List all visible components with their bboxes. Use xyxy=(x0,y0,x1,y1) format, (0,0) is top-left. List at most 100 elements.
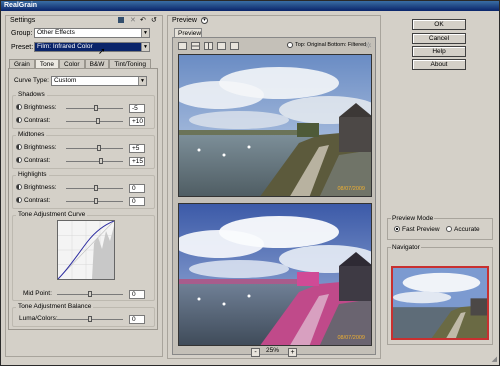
tab-color[interactable]: Color xyxy=(59,59,85,68)
tone-tab-body: Curve Type: Custom ▼ Shadows Brightness:… xyxy=(8,68,158,330)
delete-icon[interactable]: ✕ xyxy=(130,16,136,24)
midtones-brightness-slider[interactable] xyxy=(66,145,123,151)
midpoint-label: Mid Point: xyxy=(23,290,52,297)
chevron-down-icon: ▼ xyxy=(138,77,146,85)
curve-type-value: Custom xyxy=(54,77,77,84)
midtones-contrast-slider[interactable] xyxy=(66,158,123,164)
midtones-brightness-value[interactable]: +5 xyxy=(129,144,145,153)
chevron-down-icon: ▼ xyxy=(141,43,149,51)
single-view-icon[interactable] xyxy=(178,42,187,50)
slider-thumb[interactable] xyxy=(97,145,101,151)
tone-curve-svg xyxy=(57,220,115,280)
split-vertical-icon[interactable] xyxy=(204,42,213,50)
highlights-brightness-value[interactable]: 0 xyxy=(129,184,145,193)
split-info-icon xyxy=(287,42,293,48)
luma-colors-label: Luma/Colors: xyxy=(19,315,58,322)
resize-grip-icon[interactable]: ◢ xyxy=(492,355,497,363)
slider-thumb[interactable] xyxy=(94,198,98,204)
filtered-timestamp: 08/07/2009 xyxy=(337,335,365,341)
slider-thumb[interactable] xyxy=(99,158,103,164)
cancel-button[interactable]: Cancel xyxy=(412,33,466,44)
accurate-option[interactable]: Accurate xyxy=(446,226,480,233)
midtones-contrast-value[interactable]: +15 xyxy=(129,157,145,166)
settings-header: Settings xyxy=(10,17,36,24)
zoom-out-button[interactable]: - xyxy=(251,348,260,357)
slider-thumb[interactable] xyxy=(88,316,92,322)
highlights-group: Highlights Brightness: 0 Contrast: 0 xyxy=(12,171,155,209)
tab-preview-1[interactable]: Preview 1 xyxy=(174,28,202,46)
original-timestamp: 08/07/2009 xyxy=(337,186,365,192)
about-button[interactable]: About xyxy=(412,59,466,70)
shadows-brightness-slider[interactable] xyxy=(66,105,123,111)
midtones-label: Midtones xyxy=(16,131,47,138)
settings-gear-icon[interactable]: ✲ xyxy=(365,41,372,50)
slider-thumb[interactable] xyxy=(88,291,92,297)
radio-fast[interactable] xyxy=(394,226,400,233)
duplicate-preview-icon[interactable] xyxy=(230,42,239,50)
highlights-contrast-row: Contrast: xyxy=(16,196,50,205)
fast-preview-label: Fast Preview xyxy=(402,226,440,233)
tone-balance-label: Tone Adjustment Balance xyxy=(16,303,94,310)
tab-bw[interactable]: B&W xyxy=(84,59,110,68)
realgrain-window: RealGrain Settings ✕ ↶ ↺ Group: Other Ef… xyxy=(0,0,500,366)
preset-select[interactable]: Film: Infrared Color ▼ xyxy=(34,42,150,52)
shadows-brightness-value[interactable]: -5 xyxy=(129,104,145,113)
brightness-icon xyxy=(16,104,22,111)
shadows-contrast-value[interactable]: +10 xyxy=(129,117,145,126)
group-select[interactable]: Other Effects ▼ xyxy=(34,28,150,38)
window-title: RealGrain xyxy=(1,1,499,11)
navigator-thumbnail[interactable] xyxy=(391,266,489,340)
tone-curve-graph[interactable] xyxy=(57,220,115,280)
tone-curve-label: Tone Adjustment Curve xyxy=(16,211,88,218)
brightness-icon xyxy=(16,144,22,151)
luma-colors-value[interactable]: 0 xyxy=(129,315,145,324)
highlights-brightness-slider[interactable] xyxy=(66,185,123,191)
navigator-photo xyxy=(393,268,487,338)
help-button[interactable]: Help xyxy=(412,46,466,57)
tab-tone[interactable]: Tone xyxy=(34,59,60,68)
shadows-label: Shadows xyxy=(16,91,47,98)
tab-tint-toning[interactable]: Tint/Toning xyxy=(109,59,151,68)
slider-thumb[interactable] xyxy=(96,118,100,124)
fast-preview-option[interactable]: Fast Preview xyxy=(394,226,440,233)
filtered-image[interactable]: 08/07/2009 xyxy=(178,203,372,346)
midtones-group: Midtones Brightness: +5 Contrast: +15 xyxy=(12,131,155,169)
shadows-contrast-slider[interactable] xyxy=(66,118,123,124)
highlights-contrast-slider[interactable] xyxy=(66,198,123,204)
preview-header: Preview xyxy=(172,17,197,24)
tab-grain[interactable]: Grain xyxy=(9,59,35,68)
highlights-label: Highlights xyxy=(16,171,49,178)
curve-type-select[interactable]: Custom ▼ xyxy=(51,76,147,86)
shadows-contrast-row: Contrast: xyxy=(16,116,50,125)
slider-thumb[interactable] xyxy=(94,185,98,191)
zoom-in-button[interactable]: + xyxy=(288,348,297,357)
group-label: Group: xyxy=(11,30,33,37)
split-horizontal-icon[interactable] xyxy=(191,42,200,50)
preview-area: Top: Original Bottom: Filtered ✲ 08/07/2… xyxy=(172,37,376,355)
highlights-contrast-label: Contrast: xyxy=(24,197,51,204)
ok-button[interactable]: OK xyxy=(412,19,466,30)
undo-icon[interactable]: ↶ xyxy=(140,16,146,24)
zoom-level: 25% xyxy=(266,347,280,354)
midtones-brightness-row: Brightness: xyxy=(16,143,57,152)
preview-menu-icon[interactable]: ▾ xyxy=(201,17,208,24)
preview-panel: Preview ▾ Preview 1 Top: Original Bottom… xyxy=(167,15,381,359)
highlights-brightness-row: Brightness: xyxy=(16,183,57,192)
highlights-contrast-value[interactable]: 0 xyxy=(129,197,145,206)
navigator-panel: Navigator xyxy=(387,244,493,345)
contrast-icon xyxy=(16,197,22,204)
new-preview-icon[interactable] xyxy=(217,42,226,50)
preset-label: Preset: xyxy=(11,44,34,51)
luma-colors-slider[interactable] xyxy=(57,316,123,322)
slider-thumb[interactable] xyxy=(94,105,98,111)
midpoint-slider[interactable] xyxy=(57,291,123,297)
midpoint-value[interactable]: 0 xyxy=(129,290,145,299)
reset-icon[interactable]: ↺ xyxy=(151,16,157,24)
settings-tabs: Grain Tone Color B&W Tint/Toning xyxy=(9,59,151,68)
save-icon[interactable] xyxy=(118,17,124,23)
shadows-contrast-label: Contrast: xyxy=(24,117,51,124)
radio-accurate[interactable] xyxy=(446,226,452,233)
original-image[interactable]: 08/07/2009 xyxy=(178,54,372,197)
highlights-brightness-label: Brightness: xyxy=(24,184,57,191)
accurate-label: Accurate xyxy=(454,226,480,233)
